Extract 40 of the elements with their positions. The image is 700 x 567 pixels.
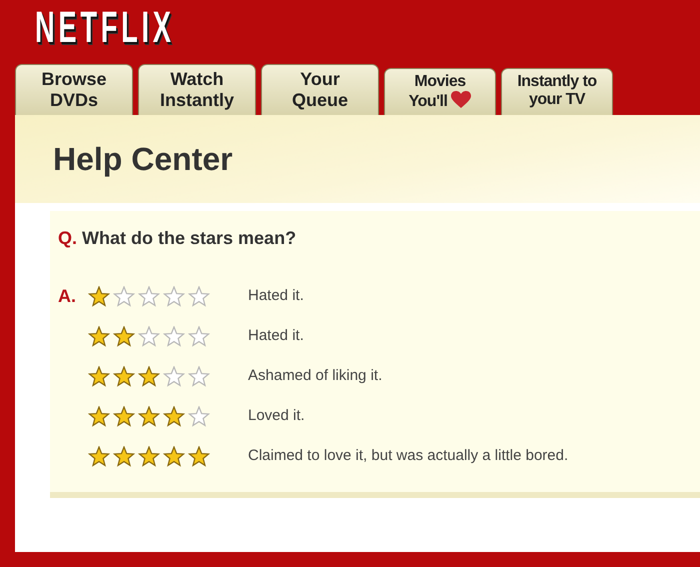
rating-description: Hated it.	[248, 326, 304, 346]
empty-star-icon	[138, 326, 160, 346]
star-icon	[88, 446, 110, 466]
empty-star-icon	[188, 326, 210, 346]
answer-marker: A.	[58, 284, 77, 308]
empty-star-icon	[163, 286, 185, 306]
nav-tab[interactable]: Movies You'll	[384, 68, 496, 115]
star-icon	[113, 446, 135, 466]
rating-description: Loved it.	[248, 406, 305, 426]
star-icon	[138, 366, 160, 386]
star-icon	[88, 406, 110, 426]
empty-star-icon	[188, 406, 210, 426]
star-icon	[138, 406, 160, 426]
empty-star-icon	[188, 366, 210, 386]
empty-star-icon	[163, 326, 185, 346]
star-icon	[113, 326, 135, 346]
empty-star-icon	[188, 286, 210, 306]
nav-tab[interactable]: Instantly to your TV	[501, 68, 613, 115]
empty-star-icon	[113, 286, 135, 306]
star-icon	[113, 366, 135, 386]
star-icon	[163, 406, 185, 426]
star-icon	[88, 326, 110, 346]
rating-description: Ashamed of liking it.	[248, 366, 382, 386]
nav-tab[interactable]: Watch Instantly	[138, 64, 256, 115]
rating-description: Hated it.	[248, 286, 304, 306]
star-icon	[113, 406, 135, 426]
nav-tab[interactable]: Your Queue	[261, 64, 379, 115]
star-icon	[163, 446, 185, 466]
star-icon	[88, 286, 110, 306]
star-icon	[138, 446, 160, 466]
empty-star-icon	[163, 366, 185, 386]
question-marker: Q.	[58, 228, 78, 248]
page-title: Help Center	[53, 140, 233, 178]
empty-star-icon	[138, 286, 160, 306]
question-text: What do the stars mean?	[82, 228, 296, 248]
star-icon	[188, 446, 210, 466]
nav-tab[interactable]: Browse DVDs	[15, 64, 133, 115]
star-icon	[88, 366, 110, 386]
rating-description: Claimed to love it, but was actually a little bored.	[248, 446, 568, 466]
logo[interactable]: NETFLIX	[35, 6, 448, 50]
